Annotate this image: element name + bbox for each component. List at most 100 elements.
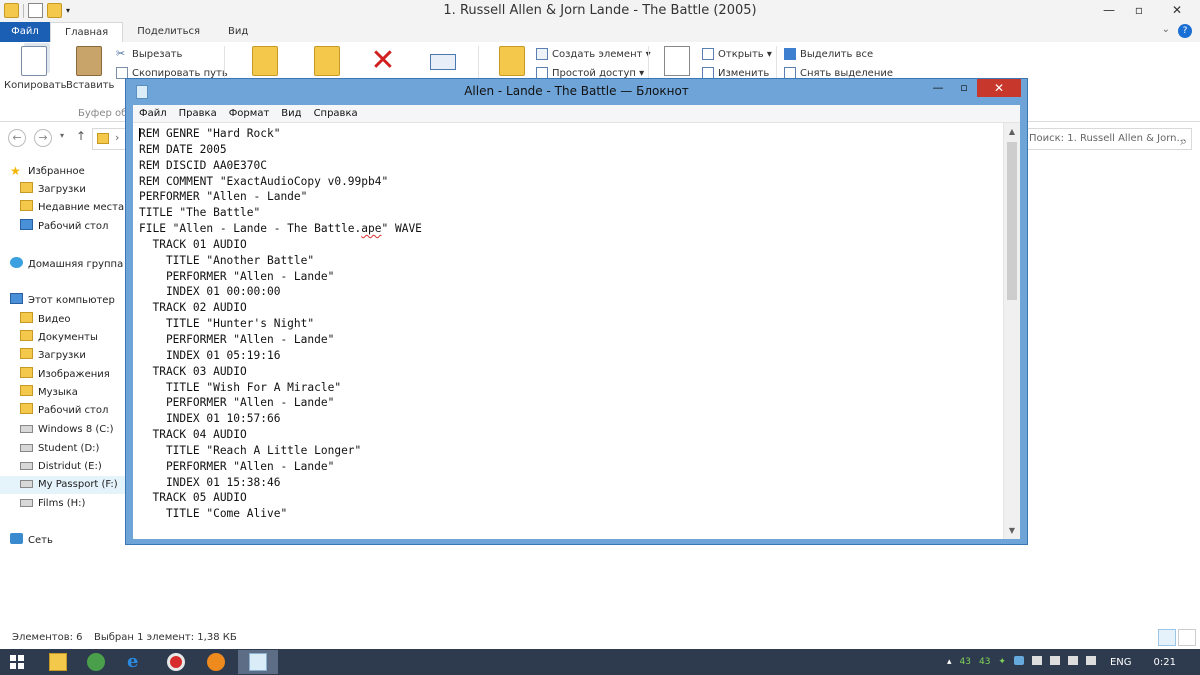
taskbar-explorer[interactable] — [38, 650, 78, 674]
text-line: REM DISCID AA0E370C — [139, 158, 267, 172]
chevron-down-icon[interactable]: ⌄ — [1162, 24, 1170, 38]
open-button[interactable]: Открыть ▾ — [702, 48, 772, 60]
large-icons-view-icon[interactable] — [1178, 629, 1196, 646]
nav-label: Сеть — [28, 535, 53, 546]
nav-this-pc[interactable]: Этот компьютер — [0, 292, 128, 310]
tray-counter-1[interactable]: 43 — [960, 657, 971, 667]
taskbar-notepad[interactable] — [238, 650, 278, 674]
search-icon[interactable]: ⌕ — [1180, 131, 1187, 149]
scissors-icon: ✂ — [116, 47, 126, 60]
vertical-scrollbar[interactable]: ▲ ▼ — [1003, 123, 1020, 539]
back-button[interactable]: ← — [8, 129, 26, 147]
move-to-button[interactable] — [248, 46, 282, 80]
scrollbar-thumb[interactable] — [1007, 142, 1017, 300]
window-controls: — ▫ ✕ — [1094, 0, 1200, 20]
close-button[interactable]: ✕ — [1154, 0, 1200, 20]
nav-homegroup[interactable]: Домашняя группа — [0, 256, 128, 274]
nav-drive-d[interactable]: Student (D:) — [0, 440, 128, 458]
scroll-up-icon[interactable]: ▲ — [1004, 123, 1020, 140]
maximize-button[interactable]: ▫ — [1124, 0, 1154, 20]
language-indicator[interactable]: ENG — [1110, 657, 1132, 668]
notepad-titlebar[interactable]: Allen - Lande - The Battle — Блокнот — ▫… — [126, 79, 1027, 105]
nav-label: Рабочий стол — [38, 221, 109, 232]
nav-pictures[interactable]: Изображения — [0, 366, 128, 384]
tab-share[interactable]: Поделиться — [123, 22, 214, 42]
taskbar-firefox[interactable] — [196, 650, 236, 674]
chevron-up-icon[interactable]: ▴ — [947, 657, 952, 667]
help-icon[interactable]: ? — [1178, 24, 1192, 38]
nav-desktop-pc[interactable]: Рабочий стол — [0, 402, 128, 420]
menu-view[interactable]: Вид — [275, 105, 307, 122]
nav-network[interactable]: Сеть — [0, 532, 128, 550]
nav-desktop[interactable]: Рабочий стол — [0, 218, 128, 236]
copy-to-button[interactable] — [310, 46, 344, 80]
nav-downloads[interactable]: Загрузки — [0, 181, 128, 199]
tab-home[interactable]: Главная — [50, 22, 124, 42]
details-view-icon[interactable] — [1158, 629, 1176, 646]
antivirus-icon[interactable]: ✦ — [998, 657, 1006, 667]
tray-counter-2[interactable]: 43 — [979, 657, 990, 667]
start-button[interactable] — [10, 655, 24, 669]
tab-view[interactable]: Вид — [214, 22, 262, 42]
signal-icon[interactable] — [1031, 656, 1042, 665]
text-editor[interactable]: REM GENRE "Hard Rock" REM DATE 2005 REM DI… — [133, 123, 1020, 539]
nav-favorites[interactable]: ★ Избранное — [0, 163, 128, 181]
nav-label: Windows 8 (C:) — [38, 424, 114, 435]
skype-icon[interactable] — [1013, 656, 1024, 665]
menu-help[interactable]: Справка — [308, 105, 364, 122]
text-caret — [139, 128, 140, 141]
clock[interactable]: 0:21 — [1154, 657, 1176, 668]
menu-edit[interactable]: Правка — [173, 105, 223, 122]
new-folder-button[interactable] — [498, 46, 526, 80]
text-line: TITLE "Hunter's Night" — [139, 317, 315, 331]
editor-content[interactable]: REM GENRE "Hard Rock" REM DATE 2005 REM DI… — [139, 126, 422, 522]
ribbon-help-area: ⌄ ? — [1162, 24, 1192, 38]
up-button[interactable]: ↑ — [76, 129, 86, 143]
taskbar-browser[interactable] — [76, 650, 116, 674]
text-line: TITLE "Come Alive" — [139, 507, 288, 521]
nav-videos[interactable]: Видео — [0, 311, 128, 329]
paste-button[interactable]: Вставить — [66, 46, 114, 91]
drive-icon — [20, 499, 33, 507]
rename-icon — [430, 54, 456, 70]
taskbar-ie[interactable]: e — [116, 650, 156, 674]
cut-button[interactable]: ✂ Вырезать — [116, 48, 182, 60]
nav-drive-c[interactable]: Windows 8 (C:) — [0, 421, 128, 439]
menu-file[interactable]: Файл — [133, 105, 173, 122]
select-all-button[interactable]: Выделить все — [784, 48, 873, 60]
nav-music[interactable]: Музыка — [0, 384, 128, 402]
recent-locations-button[interactable]: ▾ — [60, 131, 64, 140]
opera-icon — [167, 653, 185, 671]
copy-button[interactable]: Копировать — [4, 46, 67, 91]
minimize-button[interactable]: — — [925, 79, 951, 97]
text-line: INDEX 01 15:38:46 — [139, 475, 281, 489]
rename-button[interactable] — [428, 46, 458, 74]
nav-drive-h[interactable]: Films (H:) — [0, 495, 128, 513]
maximize-button[interactable]: ▫ — [951, 79, 977, 97]
minimize-button[interactable]: — — [1094, 0, 1124, 20]
search-input[interactable]: Поиск: 1. Russell Allen & Jorn... ⌕ — [1026, 128, 1192, 150]
drive-icon — [20, 480, 33, 488]
flag-icon[interactable] — [1049, 656, 1060, 665]
copy-label: Копировать — [4, 80, 67, 91]
volume-icon[interactable] — [1085, 656, 1096, 665]
network-icon[interactable] — [1067, 656, 1078, 665]
menu-format[interactable]: Формат — [223, 105, 276, 122]
selection-info: Выбран 1 элемент: 1,38 КБ — [94, 632, 237, 643]
nav-drive-f[interactable]: My Passport (F:) — [0, 476, 128, 494]
nav-recent[interactable]: Недавние места — [0, 199, 128, 217]
new-item-button[interactable]: Создать элемент ▾ — [536, 48, 651, 60]
nav-documents[interactable]: Документы — [0, 329, 128, 347]
music-icon — [20, 385, 33, 396]
taskbar-opera[interactable] — [156, 650, 196, 674]
text-line: INDEX 01 05:19:16 — [139, 348, 281, 362]
chevron-right-icon[interactable]: › — [115, 131, 119, 144]
close-button[interactable]: ✕ — [977, 79, 1021, 97]
scroll-down-icon[interactable]: ▼ — [1004, 522, 1020, 539]
nav-drive-e[interactable]: Distridut (E:) — [0, 458, 128, 476]
nav-downloads-pc[interactable]: Загрузки — [0, 347, 128, 365]
properties-button[interactable] — [664, 46, 690, 80]
tab-file[interactable]: Файл — [0, 22, 50, 42]
delete-button[interactable]: ✕ — [366, 46, 400, 80]
forward-button[interactable]: → — [34, 129, 52, 147]
